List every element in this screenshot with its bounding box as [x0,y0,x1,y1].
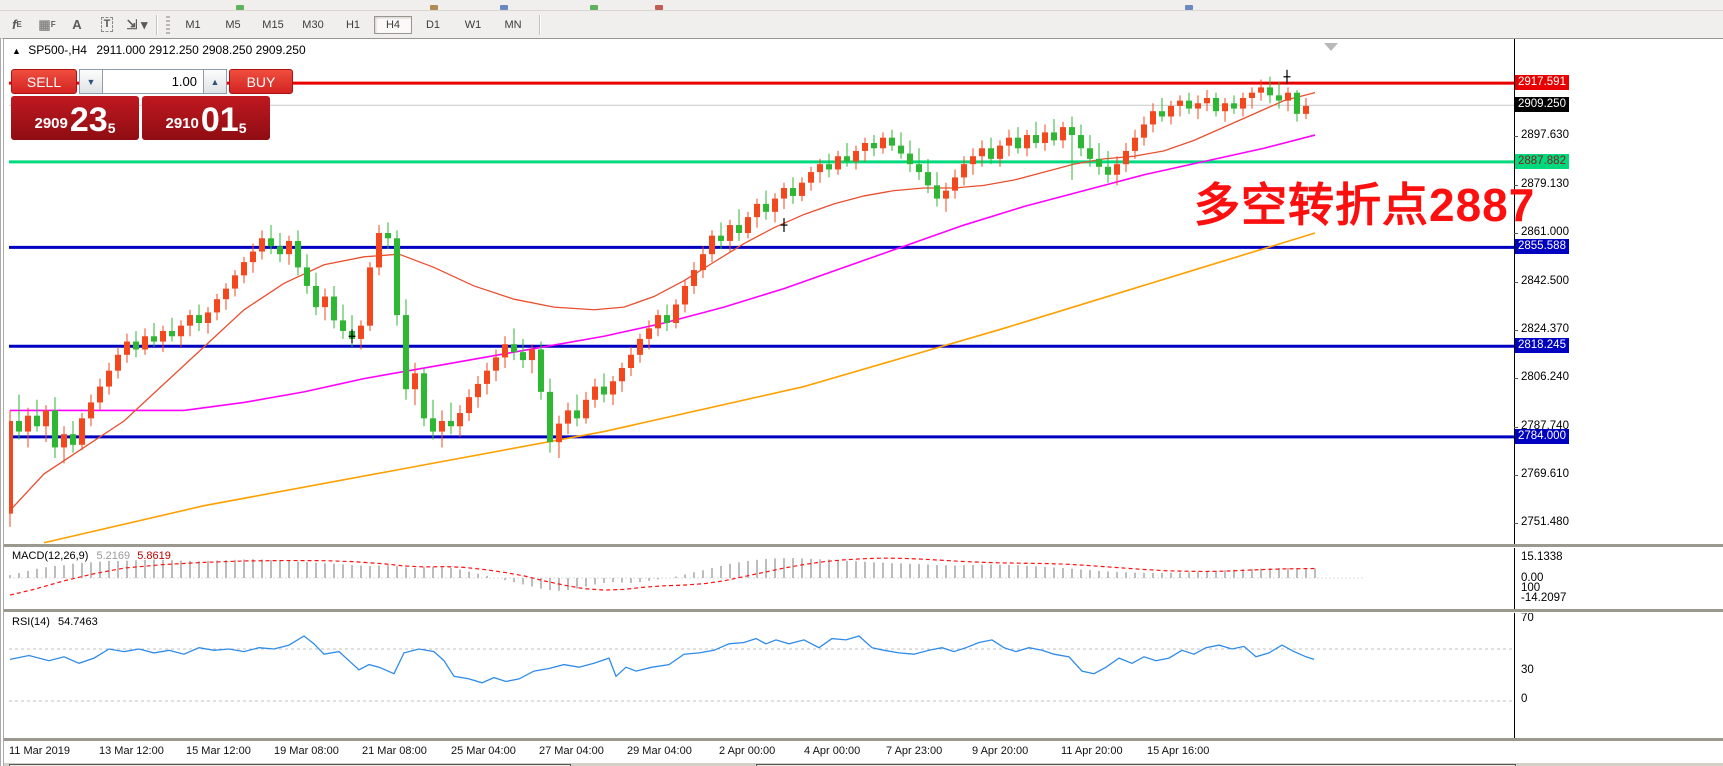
price-level-label: 2887.882 [1515,154,1569,169]
rsi-scale-label: 30 [1518,663,1537,678]
price-level-label: 2784.000 [1515,429,1569,444]
price-tick-label: 2806.240 [1518,370,1572,385]
time-axis-label: 15 Apr 16:00 [1147,745,1209,757]
clipped-icon [500,5,508,10]
rsi-panel[interactable] [9,613,1514,739]
macd-panel[interactable] [9,547,1514,609]
sell-button[interactable]: SELL [11,69,77,94]
sell-price-sup: 5 [108,119,116,137]
toolbar-drag-handle[interactable] [166,16,170,34]
panel-divider[interactable] [4,544,1723,548]
chart-shift-marker-icon[interactable] [1324,43,1338,51]
time-axis-label: 4 Apr 00:00 [804,745,860,757]
timeframe-group: M1M5M15M30H1H4D1W1MN [173,16,533,34]
timeframe-button-d1[interactable]: D1 [414,16,452,34]
mt4-terminal: fE▦FAT⇲ ▾ M1M5M15M30H1H4D1W1MN ▲ SP500-,… [0,0,1723,766]
macd-value-signal: 5.8619 [137,550,171,562]
timeframe-button-mn[interactable]: MN [494,16,532,34]
macd-name: MACD(12,26,9) [12,550,88,562]
price-level-label: 2818.245 [1515,338,1569,353]
time-axis-label: 11 Apr 20:00 [1061,745,1123,757]
time-axis-label: 29 Mar 04:00 [627,745,692,757]
clipped-icon [590,5,598,10]
panel-divider[interactable] [4,609,1723,613]
one-click-trading-panel: SELL ▼ ▲ BUY 2909235 2910015 [11,69,295,140]
time-axis-label: 13 Mar 12:00 [99,745,164,757]
sell-price-display[interactable]: 2909235 [11,96,139,140]
timeframe-button-h4[interactable]: H4 [374,16,412,34]
timeframe-button-m15[interactable]: M15 [254,16,292,34]
buy-button[interactable]: BUY [229,69,293,94]
buy-price-big: 01 [201,103,239,137]
price-tick-label: 2751.480 [1518,515,1572,530]
time-axis-label: 2 Apr 00:00 [719,745,775,757]
indicators-icon[interactable]: fE [4,14,30,36]
volume-down-button[interactable]: ▼ [79,69,103,94]
grid-f-icon[interactable]: ▦F [34,14,60,36]
rsi-scale-label: 100 [1518,581,1543,596]
sell-price-main: 2909 [35,111,68,137]
panel-divider [4,738,1723,742]
time-axis-label: 25 Mar 04:00 [451,745,516,757]
clipped-icon [236,5,244,10]
chart-title: ▲ SP500-,H4 2911.000 2912.250 2908.250 2… [12,43,306,57]
volume-stepper: ▼ ▲ [79,69,227,94]
price-tick-label: 2769.610 [1518,467,1572,482]
price-axis-line [1514,39,1515,740]
rsi-name: RSI(14) [12,616,50,628]
textbox-icon[interactable]: T [94,14,120,36]
volume-input[interactable] [103,69,203,94]
timeframe-button-w1[interactable]: W1 [454,16,492,34]
chart-annotation-text: 多空转折点2887 [1194,169,1535,235]
toolbar-separator [539,15,540,35]
price-tick-label: 2842.500 [1518,274,1572,289]
timeframe-button-m5[interactable]: M5 [214,16,252,34]
time-axis-label: 27 Mar 04:00 [539,745,604,757]
buy-price-main: 2910 [166,111,199,137]
sell-price-big: 23 [70,103,108,137]
price-tick-label: 2897.630 [1518,128,1572,143]
volume-up-button[interactable]: ▲ [203,69,227,94]
price-tick-label: 2824.370 [1518,322,1572,337]
timeframe-button-m1[interactable]: M1 [174,16,212,34]
price-level-label: 2909.250 [1515,97,1569,112]
clipped-icon [655,5,663,10]
timeframe-button-h1[interactable]: H1 [334,16,372,34]
price-level-label: 2855.588 [1515,239,1569,254]
time-axis-label: 19 Mar 08:00 [274,745,339,757]
collapse-arrow-icon[interactable]: ▲ [12,46,21,56]
timeframe-button-m30[interactable]: M30 [294,16,332,34]
rsi-value: 54.7463 [58,616,98,628]
time-axis-label: 9 Apr 20:00 [972,745,1028,757]
rsi-scale-label: 70 [1518,611,1537,626]
time-axis-label: 11 Mar 2019 [9,745,70,757]
time-axis[interactable]: 11 Mar 2019 13 Mar 12:00 15 Mar 12:00 19 Ma… [4,741,1723,763]
symbol-label: SP500-,H4 [28,43,87,57]
text-a-icon[interactable]: A [64,14,90,36]
buy-price-display[interactable]: 2910015 [142,96,270,140]
time-axis-label: 21 Mar 08:00 [362,745,427,757]
price-level-label: 2917.591 [1515,75,1569,90]
time-axis-label: 15 Mar 12:00 [186,745,251,757]
clipped-icon [1185,5,1193,10]
cursor-tools-icon[interactable]: ⇲ ▾ [124,14,150,36]
macd-scale-label: 15.1338 [1518,550,1566,565]
chart-toolbar: fE▦FAT⇲ ▾ M1M5M15M30H1H4D1W1MN [0,11,1723,39]
clipped-icon [430,5,438,10]
rsi-label: RSI(14) 54.7463 [12,616,98,628]
buy-price-sup: 5 [239,119,247,137]
ohlc-values: 2911.000 2912.250 2908.250 2909.250 [96,43,305,57]
rsi-scale-label: 0 [1518,692,1530,707]
drawing-tools-group: fE▦FAT⇲ ▾ [0,14,150,36]
time-axis-label: 7 Apr 23:00 [886,745,942,757]
macd-value-main: 5.2169 [96,550,130,562]
macd-label: MACD(12,26,9) 5.2169 5.8619 [12,550,171,562]
clipped-toolbar-row [0,0,1723,11]
chart-window[interactable]: ▲ SP500-,H4 2911.000 2912.250 2908.250 2… [0,38,1723,766]
toolbar-separator [156,15,157,35]
